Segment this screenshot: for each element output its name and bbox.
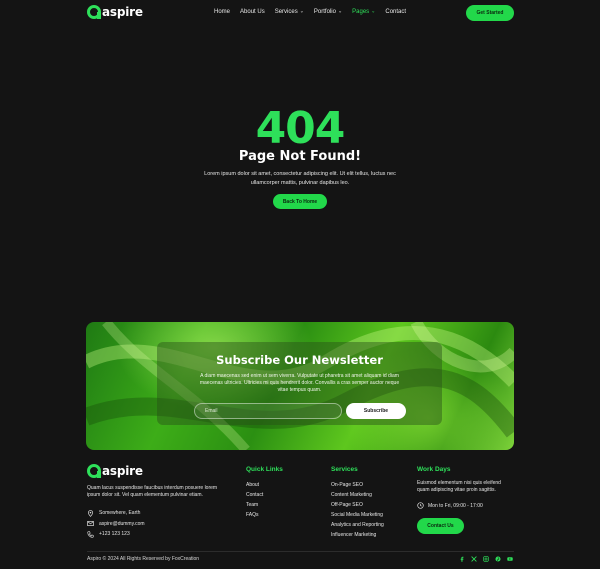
footer-service-link[interactable]: On-Page SEO bbox=[331, 480, 384, 490]
nav-item-about[interactable]: About Us bbox=[240, 9, 265, 15]
instagram-icon[interactable] bbox=[483, 556, 489, 562]
footer-link-team[interactable]: Team bbox=[246, 500, 283, 510]
phone-row[interactable]: +123 123 123 bbox=[87, 529, 145, 540]
newsletter-title: Subscribe Our Newsletter bbox=[216, 353, 383, 367]
services-column: Services On-Page SEO Content Marketing O… bbox=[331, 466, 384, 540]
mail-icon bbox=[87, 520, 94, 527]
social-links bbox=[459, 556, 513, 562]
copyright-text: Aspiro © 2024 All Rights Reserved by Fox… bbox=[87, 556, 200, 562]
newsletter-section: Subscribe Our Newsletter A diam maecenas… bbox=[86, 322, 514, 450]
chevron-down-icon: ⌄ bbox=[299, 8, 304, 15]
working-hours-text: Mon to Fri, 09:00 - 17:00 bbox=[428, 502, 483, 509]
chevron-down-icon: ⌄ bbox=[371, 8, 376, 15]
nav-item-portfolio[interactable]: Portfolio ⌄ bbox=[313, 8, 343, 16]
nav-item-label: Home bbox=[214, 9, 231, 15]
subscribe-button[interactable]: Subscribe bbox=[346, 403, 406, 419]
quick-links-title: Quick Links bbox=[246, 466, 283, 473]
pinterest-icon[interactable] bbox=[495, 556, 501, 562]
logo-mark-icon bbox=[87, 5, 101, 19]
back-to-home-button[interactable]: Back To Home bbox=[273, 194, 327, 209]
footer-brand-logo[interactable]: aspire bbox=[87, 464, 143, 478]
work-days-title: Work Days bbox=[417, 466, 451, 473]
email-row[interactable]: aspire@dummy.com bbox=[87, 519, 145, 530]
facebook-icon[interactable] bbox=[459, 556, 465, 562]
address-row: Somewhere, Earth bbox=[87, 508, 145, 519]
site-header: aspire Home About Us Services ⌄ Portfolio… bbox=[0, 0, 600, 26]
main-nav: Home About Us Services ⌄ Portfolio ⌄ Pages… bbox=[214, 8, 416, 16]
footer-service-link[interactable]: Social Media Marketing bbox=[331, 510, 384, 520]
footer-service-link[interactable]: Off-Page SEO bbox=[331, 500, 384, 510]
footer-service-link[interactable]: Influencer Marketing bbox=[331, 530, 384, 540]
quick-links-column: Quick Links About Contact Team FAQs bbox=[246, 466, 283, 520]
brand-logo[interactable]: aspire bbox=[87, 5, 143, 19]
newsletter-description: A diam maecenas sed enim ut sem viverra.… bbox=[199, 373, 400, 393]
footer-service-link[interactable]: Analytics and Reporting bbox=[331, 520, 384, 530]
email-text: aspire@dummy.com bbox=[99, 520, 145, 527]
nav-item-label: Services bbox=[274, 9, 298, 15]
error-code: 404 bbox=[255, 103, 346, 154]
working-hours: Mon to Fri, 09:00 - 17:00 bbox=[417, 502, 513, 509]
email-input[interactable]: Email bbox=[194, 403, 342, 419]
footer-service-link[interactable]: Content Marketing bbox=[331, 490, 384, 500]
nav-item-contact[interactable]: Contact bbox=[385, 9, 406, 15]
brand-name: aspire bbox=[102, 5, 143, 19]
footer-contact-info: Somewhere, Earth aspire@dummy.com +123 1… bbox=[87, 508, 145, 540]
nav-item-label: Pages bbox=[352, 9, 370, 15]
logo-mark-icon bbox=[87, 464, 101, 478]
footer-about-text: Quam lacus suspendisse faucibus interdum… bbox=[87, 485, 218, 498]
error-title: Page Not Found! bbox=[238, 149, 362, 164]
x-icon[interactable] bbox=[471, 556, 477, 562]
nav-item-services[interactable]: Services ⌄ bbox=[274, 8, 304, 16]
footer-link-about[interactable]: About bbox=[246, 480, 283, 490]
nav-item-label: About Us bbox=[240, 9, 265, 15]
newsletter-card: Subscribe Our Newsletter A diam maecenas… bbox=[157, 342, 442, 425]
location-pin-icon bbox=[87, 509, 94, 517]
footer-divider bbox=[87, 551, 514, 552]
nav-item-pages[interactable]: Pages ⌄ bbox=[352, 8, 376, 16]
work-days-column: Work Days Euismod elementum nisi quis el… bbox=[417, 466, 513, 534]
address-text: Somewhere, Earth bbox=[99, 510, 141, 517]
nav-item-home[interactable]: Home bbox=[214, 9, 230, 15]
work-days-text: Euismod elementum nisi quis eleifend qua… bbox=[417, 480, 501, 493]
footer-brand-name: aspire bbox=[102, 464, 143, 478]
footer-link-faqs[interactable]: FAQs bbox=[246, 510, 283, 520]
chevron-down-icon: ⌄ bbox=[337, 8, 343, 15]
nav-item-label: Portfolio bbox=[313, 9, 336, 15]
error-description: Lorem ipsum dolor sit amet, consectetur … bbox=[204, 171, 396, 186]
phone-text: +123 123 123 bbox=[99, 531, 130, 538]
phone-icon bbox=[87, 531, 94, 538]
get-started-button[interactable]: Get Started bbox=[466, 5, 514, 21]
youtube-icon[interactable] bbox=[507, 556, 513, 562]
nav-item-label: Contact bbox=[385, 9, 407, 15]
clock-icon bbox=[417, 502, 424, 509]
contact-us-button[interactable]: Contact Us bbox=[417, 518, 464, 534]
services-title: Services bbox=[331, 466, 358, 473]
footer-link-contact[interactable]: Contact bbox=[246, 490, 283, 500]
